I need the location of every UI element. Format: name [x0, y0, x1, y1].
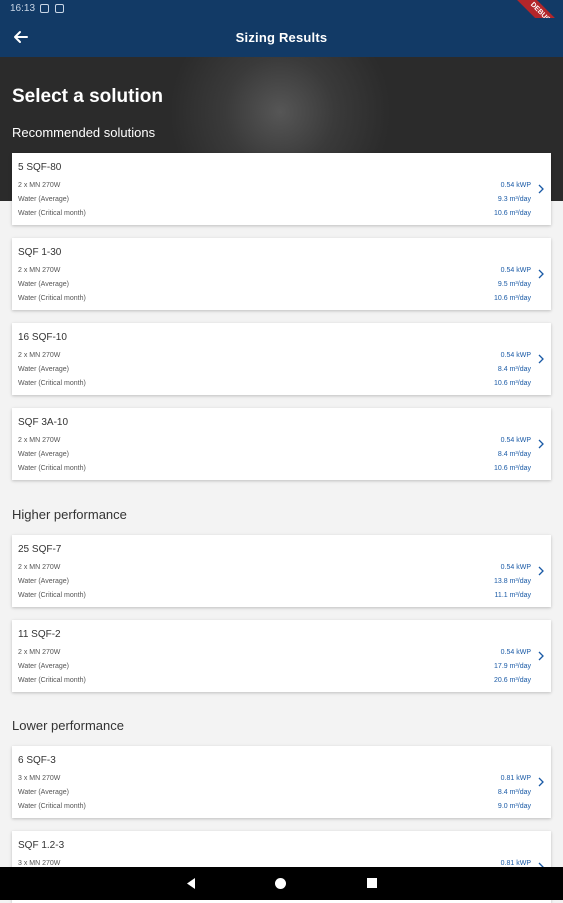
water-average-label: Water (Average)	[18, 196, 69, 203]
water-critical-label: Water (Critical month)	[18, 677, 86, 684]
panel-config: 2 x MN 270W	[18, 437, 61, 444]
nav-back-icon[interactable]	[185, 877, 197, 890]
app-bar: Sizing Results	[0, 18, 563, 57]
status-time: 16:13	[10, 3, 36, 14]
solution-name: 6 SQF-3	[18, 755, 56, 766]
solution-name: SQF 1-30	[18, 247, 62, 258]
water-critical-label: Water (Critical month)	[18, 210, 86, 217]
water-average-label: Water (Average)	[18, 578, 69, 585]
solution-name: SQF 1.2-3	[18, 840, 65, 851]
nav-home-icon[interactable]	[275, 878, 286, 889]
notification-icon	[40, 4, 49, 13]
section-title-lower-performance: Lower performance	[12, 718, 124, 733]
kwp-value: 0.54 kWP	[500, 649, 531, 656]
panel-config: 3 x MN 270W	[18, 860, 61, 867]
panel-config: 2 x MN 270W	[18, 182, 61, 189]
water-average-value: 8.4 m³/day	[497, 366, 531, 373]
section-title-recommended: Recommended solutions	[12, 125, 156, 140]
status-icons	[40, 4, 64, 13]
solution-name: 16 SQF-10	[18, 332, 67, 343]
water-average-label: Water (Average)	[18, 663, 69, 670]
water-average-value: 8.4 m³/day	[497, 789, 531, 796]
sd-card-icon	[55, 4, 64, 13]
water-critical-value: 10.6 m³/day	[494, 210, 531, 217]
page-title: Sizing Results	[235, 30, 328, 45]
solution-card[interactable]: SQF 3A-10 2 x MN 270W 0.54 kWP Water (Av…	[12, 408, 551, 480]
nav-recents-icon[interactable]	[367, 878, 377, 888]
water-critical-value: 9.0 m³/day	[497, 803, 531, 810]
solution-name: SQF 3A-10	[18, 417, 69, 428]
water-critical-label: Water (Critical month)	[18, 592, 86, 599]
water-average-value: 8.4 m³/day	[497, 451, 531, 458]
panel-config: 2 x MN 270W	[18, 267, 61, 274]
solution-name: 5 SQF-80	[18, 162, 62, 173]
solution-card[interactable]: 16 SQF-10 2 x MN 270W 0.54 kWP Water (Av…	[12, 323, 551, 395]
kwp-value: 0.54 kWP	[500, 564, 531, 571]
kwp-value: 0.54 kWP	[500, 182, 531, 189]
water-critical-value: 10.6 m³/day	[494, 465, 531, 472]
panel-config: 2 x MN 270W	[18, 649, 61, 656]
solution-name: 25 SQF-7	[18, 544, 62, 555]
chevron-right-icon	[538, 651, 544, 661]
water-critical-value: 10.6 m³/day	[494, 380, 531, 387]
water-average-value: 13.8 m³/day	[494, 578, 531, 585]
water-critical-label: Water (Critical month)	[18, 803, 86, 810]
hero-title: Select a solution	[12, 86, 163, 107]
water-average-label: Water (Average)	[18, 789, 69, 796]
chevron-right-icon	[538, 184, 544, 194]
system-nav-bar	[0, 867, 563, 900]
solution-card[interactable]: 25 SQF-7 2 x MN 270W 0.54 kWP Water (Ave…	[12, 535, 551, 607]
chevron-right-icon	[538, 439, 544, 449]
status-bar: 16:13 DEBUG	[0, 0, 563, 50]
solution-card[interactable]: 6 SQF-3 3 x MN 270W 0.81 kWP Water (Aver…	[12, 746, 551, 818]
water-average-label: Water (Average)	[18, 366, 69, 373]
water-critical-value: 20.6 m³/day	[494, 677, 531, 684]
water-critical-label: Water (Critical month)	[18, 465, 86, 472]
water-critical-value: 10.6 m³/day	[494, 295, 531, 302]
water-average-label: Water (Average)	[18, 281, 69, 288]
water-average-value: 9.5 m³/day	[497, 281, 531, 288]
chevron-right-icon	[538, 777, 544, 787]
section-title-higher-performance: Higher performance	[12, 507, 127, 522]
solution-card[interactable]: 5 SQF-80 2 x MN 270W 0.54 kWP Water (Ave…	[12, 153, 551, 225]
water-average-value: 9.3 m³/day	[497, 196, 531, 203]
kwp-value: 0.81 kWP	[500, 775, 531, 782]
chevron-right-icon	[538, 269, 544, 279]
kwp-value: 0.54 kWP	[500, 267, 531, 274]
kwp-value: 0.54 kWP	[500, 352, 531, 359]
kwp-value: 0.81 kWP	[500, 860, 531, 867]
solution-name: 11 SQF-2	[18, 629, 61, 640]
water-average-value: 17.9 m³/day	[494, 663, 531, 670]
water-critical-label: Water (Critical month)	[18, 295, 86, 302]
panel-config: 3 x MN 270W	[18, 775, 61, 782]
kwp-value: 0.54 kWP	[500, 437, 531, 444]
water-critical-value: 11.1 m³/day	[494, 592, 531, 599]
chevron-right-icon	[538, 566, 544, 576]
panel-config: 2 x MN 270W	[18, 564, 61, 571]
solution-card[interactable]: 11 SQF-2 2 x MN 270W 0.54 kWP Water (Ave…	[12, 620, 551, 692]
solution-card[interactable]: SQF 1-30 2 x MN 270W 0.54 kWP Water (Ave…	[12, 238, 551, 310]
chevron-right-icon	[538, 354, 544, 364]
water-critical-label: Water (Critical month)	[18, 380, 86, 387]
panel-config: 2 x MN 270W	[18, 352, 61, 359]
water-average-label: Water (Average)	[18, 451, 69, 458]
